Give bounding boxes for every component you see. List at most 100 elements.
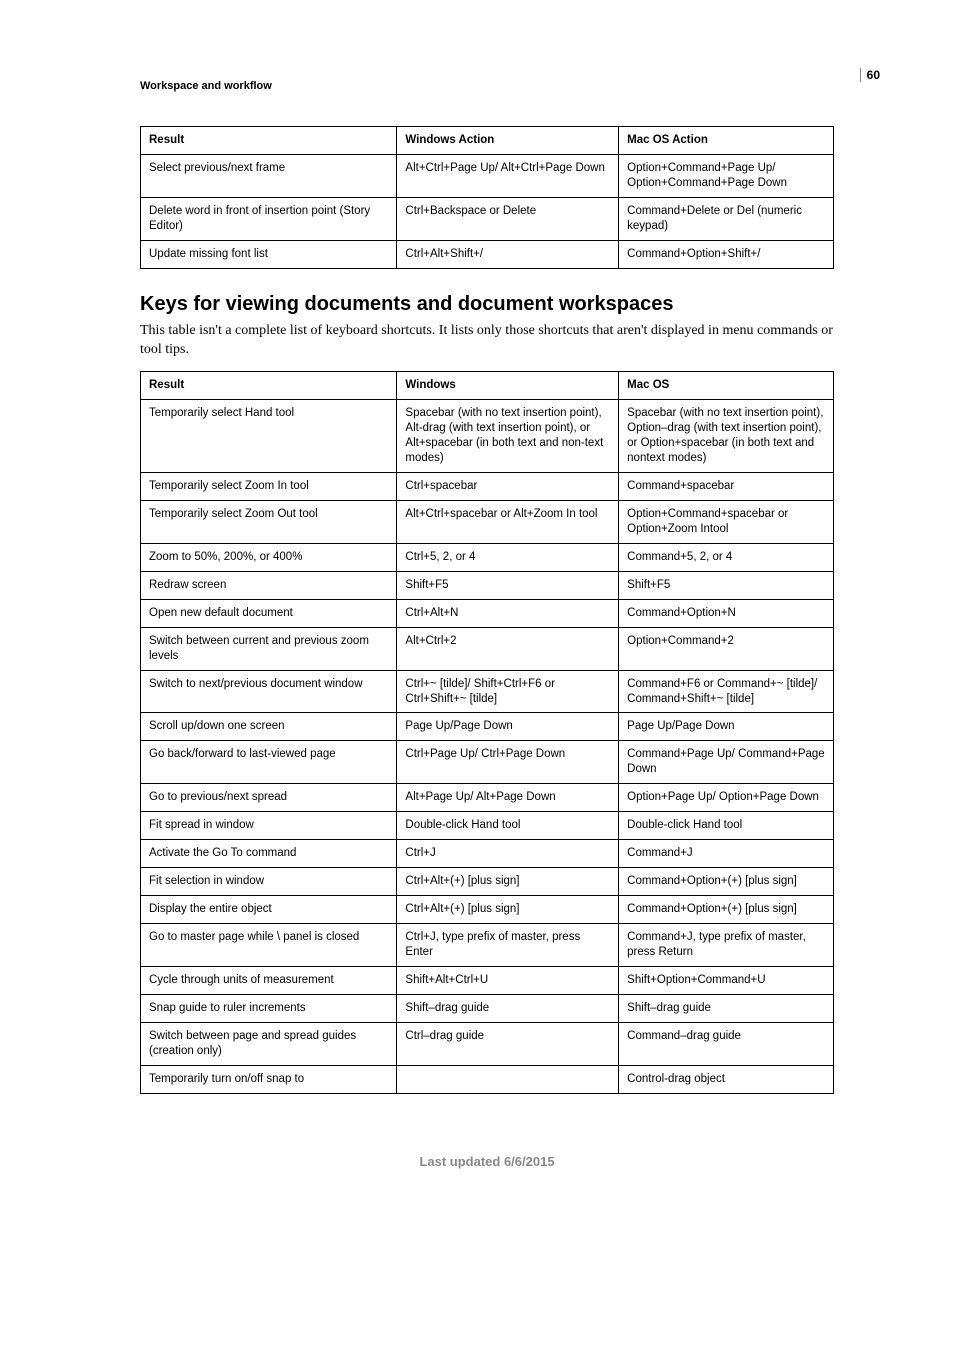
cell-macos: Command–drag guide bbox=[619, 1022, 834, 1065]
cell-windows: Ctrl+J bbox=[397, 840, 619, 868]
cell-windows: Ctrl+Alt+(+) [plus sign] bbox=[397, 868, 619, 896]
col-header-windows: Windows bbox=[397, 372, 619, 400]
footer-last-updated: Last updated 6/6/2015 bbox=[140, 1154, 834, 1169]
cell-macos: Command+5, 2, or 4 bbox=[619, 543, 834, 571]
table-row: Select previous/next frame Alt+Ctrl+Page… bbox=[141, 154, 834, 197]
table-row: Go back/forward to last-viewed pageCtrl+… bbox=[141, 741, 834, 784]
cell-result: Temporarily select Hand tool bbox=[141, 400, 397, 473]
cell-result: Display the entire object bbox=[141, 896, 397, 924]
table-row: Go to master page while \ panel is close… bbox=[141, 923, 834, 966]
table-header-row: Result Windows Action Mac OS Action bbox=[141, 127, 834, 155]
page-number: 60 bbox=[860, 68, 880, 82]
cell-result: Zoom to 50%, 200%, or 400% bbox=[141, 543, 397, 571]
cell-result: Activate the Go To command bbox=[141, 840, 397, 868]
table-row: Delete word in front of insertion point … bbox=[141, 197, 834, 240]
cell-result: Go to master page while \ panel is close… bbox=[141, 923, 397, 966]
cell-result: Temporarily turn on/off snap to bbox=[141, 1065, 397, 1093]
cell-result: Snap guide to ruler increments bbox=[141, 994, 397, 1022]
cell-windows: Ctrl+Alt+Shift+/ bbox=[397, 240, 619, 268]
cell-macos: Command+spacebar bbox=[619, 473, 834, 501]
shortcut-table-2: Result Windows Mac OS Temporarily select… bbox=[140, 371, 834, 1093]
cell-windows: Alt+Ctrl+spacebar or Alt+Zoom In tool bbox=[397, 501, 619, 544]
table-row: Scroll up/down one screenPage Up/Page Do… bbox=[141, 713, 834, 741]
cell-windows: Shift+F5 bbox=[397, 571, 619, 599]
cell-result: Temporarily select Zoom In tool bbox=[141, 473, 397, 501]
cell-macos: Command+Option+N bbox=[619, 599, 834, 627]
cell-result: Select previous/next frame bbox=[141, 154, 397, 197]
cell-windows: Ctrl+spacebar bbox=[397, 473, 619, 501]
cell-windows: Ctrl+J, type prefix of master, press Ent… bbox=[397, 923, 619, 966]
table-row: Open new default documentCtrl+Alt+NComma… bbox=[141, 599, 834, 627]
cell-windows: Ctrl+~ [tilde]/ Shift+Ctrl+F6 or Ctrl+Sh… bbox=[397, 670, 619, 713]
cell-macos: Option+Command+2 bbox=[619, 627, 834, 670]
cell-result: Switch between current and previous zoom… bbox=[141, 627, 397, 670]
cell-windows bbox=[397, 1065, 619, 1093]
cell-windows: Alt+Ctrl+2 bbox=[397, 627, 619, 670]
cell-result: Redraw screen bbox=[141, 571, 397, 599]
table-row: Go to previous/next spreadAlt+Page Up/ A… bbox=[141, 784, 834, 812]
cell-macos: Command+Option+Shift+/ bbox=[619, 240, 834, 268]
cell-macos: Control-drag object bbox=[619, 1065, 834, 1093]
col-header-macos: Mac OS Action bbox=[619, 127, 834, 155]
cell-windows: Shift+Alt+Ctrl+U bbox=[397, 966, 619, 994]
running-header: Workspace and workflow bbox=[140, 80, 834, 92]
cell-result: Scroll up/down one screen bbox=[141, 713, 397, 741]
cell-windows: Spacebar (with no text insertion point),… bbox=[397, 400, 619, 473]
cell-macos: Page Up/Page Down bbox=[619, 713, 834, 741]
cell-macos: Command+J, type prefix of master, press … bbox=[619, 923, 834, 966]
cell-result: Switch to next/previous document window bbox=[141, 670, 397, 713]
cell-windows: Alt+Page Up/ Alt+Page Down bbox=[397, 784, 619, 812]
cell-result: Go back/forward to last-viewed page bbox=[141, 741, 397, 784]
cell-windows: Ctrl+Alt+(+) [plus sign] bbox=[397, 896, 619, 924]
table-row: Temporarily select Zoom Out toolAlt+Ctrl… bbox=[141, 501, 834, 544]
cell-macos: Shift–drag guide bbox=[619, 994, 834, 1022]
cell-result: Temporarily select Zoom Out tool bbox=[141, 501, 397, 544]
col-header-result: Result bbox=[141, 372, 397, 400]
table-header-row: Result Windows Mac OS bbox=[141, 372, 834, 400]
cell-macos: Command+Page Up/ Command+Page Down bbox=[619, 741, 834, 784]
cell-windows: Ctrl+Backspace or Delete bbox=[397, 197, 619, 240]
cell-result: Delete word in front of insertion point … bbox=[141, 197, 397, 240]
cell-result: Switch between page and spread guides (c… bbox=[141, 1022, 397, 1065]
cell-windows: Ctrl+5, 2, or 4 bbox=[397, 543, 619, 571]
cell-windows: Ctrl+Page Up/ Ctrl+Page Down bbox=[397, 741, 619, 784]
table-row: Switch to next/previous document windowC… bbox=[141, 670, 834, 713]
cell-windows: Ctrl+Alt+N bbox=[397, 599, 619, 627]
cell-macos: Double-click Hand tool bbox=[619, 812, 834, 840]
table-row: Zoom to 50%, 200%, or 400%Ctrl+5, 2, or … bbox=[141, 543, 834, 571]
table-row: Temporarily select Zoom In toolCtrl+spac… bbox=[141, 473, 834, 501]
table-row: Fit selection in windowCtrl+Alt+(+) [plu… bbox=[141, 868, 834, 896]
cell-windows: Double-click Hand tool bbox=[397, 812, 619, 840]
table-row: Cycle through units of measurementShift+… bbox=[141, 966, 834, 994]
section-heading: Keys for viewing documents and document … bbox=[140, 293, 834, 316]
table-row: Activate the Go To commandCtrl+JCommand+… bbox=[141, 840, 834, 868]
cell-macos: Shift+Option+Command+U bbox=[619, 966, 834, 994]
cell-result: Fit selection in window bbox=[141, 868, 397, 896]
cell-result: Cycle through units of measurement bbox=[141, 966, 397, 994]
cell-windows: Alt+Ctrl+Page Up/ Alt+Ctrl+Page Down bbox=[397, 154, 619, 197]
intro-paragraph: This table isn't a complete list of keyb… bbox=[140, 322, 834, 360]
shortcut-table-1: Result Windows Action Mac OS Action Sele… bbox=[140, 126, 834, 269]
table-row: Update missing font list Ctrl+Alt+Shift+… bbox=[141, 240, 834, 268]
cell-macos: Option+Page Up/ Option+Page Down bbox=[619, 784, 834, 812]
cell-macos: Spacebar (with no text insertion point),… bbox=[619, 400, 834, 473]
col-header-macos: Mac OS bbox=[619, 372, 834, 400]
table-row: Switch between current and previous zoom… bbox=[141, 627, 834, 670]
cell-macos: Command+Delete or Del (numeric keypad) bbox=[619, 197, 834, 240]
cell-macos: Shift+F5 bbox=[619, 571, 834, 599]
table-row: Temporarily select Hand toolSpacebar (wi… bbox=[141, 400, 834, 473]
cell-windows: Page Up/Page Down bbox=[397, 713, 619, 741]
cell-macos: Command+J bbox=[619, 840, 834, 868]
table-row: Switch between page and spread guides (c… bbox=[141, 1022, 834, 1065]
cell-result: Go to previous/next spread bbox=[141, 784, 397, 812]
cell-macos: Option+Command+Page Up/ Option+Command+P… bbox=[619, 154, 834, 197]
col-header-result: Result bbox=[141, 127, 397, 155]
cell-windows: Shift–drag guide bbox=[397, 994, 619, 1022]
document-page: 60 Workspace and workflow Result Windows… bbox=[0, 0, 954, 1350]
cell-result: Fit spread in window bbox=[141, 812, 397, 840]
cell-macos: Option+Command+spacebar or Option+Zoom I… bbox=[619, 501, 834, 544]
table-row: Fit spread in windowDouble-click Hand to… bbox=[141, 812, 834, 840]
cell-result: Update missing font list bbox=[141, 240, 397, 268]
table-row: Redraw screenShift+F5Shift+F5 bbox=[141, 571, 834, 599]
cell-windows: Ctrl–drag guide bbox=[397, 1022, 619, 1065]
